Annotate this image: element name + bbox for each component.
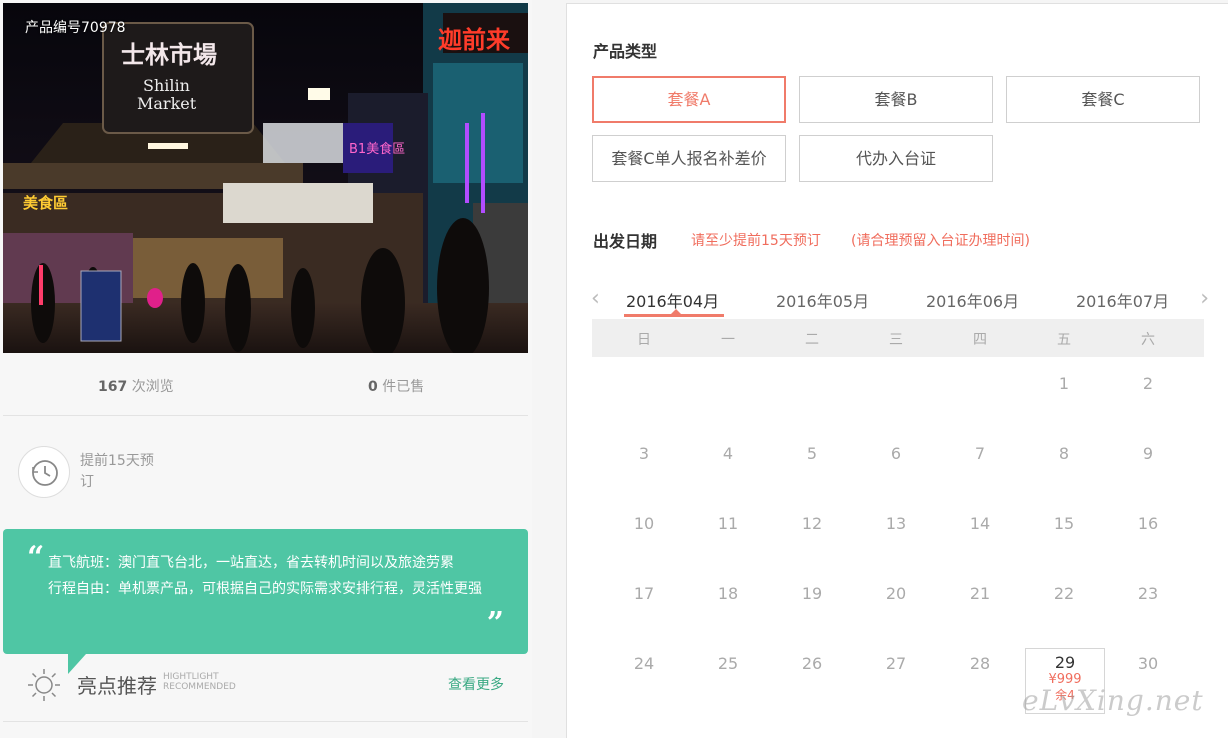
product-code: 产品编号70978	[25, 20, 126, 36]
advance-booking-note: 请至少提前15天预订	[691, 233, 821, 249]
hero-sign-cn: 士林市場	[121, 40, 217, 69]
next-month-chevron-icon[interactable]: ›	[1200, 286, 1209, 311]
calendar-day: 18	[717, 584, 739, 603]
sold-stat: 0 件已售	[368, 376, 424, 396]
quote-close-icon: ”	[486, 606, 504, 641]
calendar-day: 8	[1058, 444, 1070, 463]
calendar-day: 20	[885, 584, 907, 603]
advance-booking-text: 提前15天预订	[80, 453, 154, 490]
calendar-day: 25	[717, 654, 739, 673]
site-watermark: eLvXing.net	[1022, 684, 1204, 717]
weekday-sun: 日	[637, 332, 651, 348]
sun-icon	[28, 669, 60, 701]
highlight-title: 亮点推荐	[77, 674, 157, 698]
quote-line-2: 行程自由：单机票产品，可根据自己的实际需求安排行程，灵活性更强	[48, 581, 482, 597]
calendar-day: 16	[1137, 514, 1159, 533]
views-count: 167	[98, 379, 128, 395]
calendar-day: 2	[1142, 374, 1154, 393]
prev-month-chevron-icon[interactable]: ‹	[591, 286, 600, 311]
quote-open-icon: “	[27, 540, 45, 575]
day-number: 29	[1054, 653, 1076, 672]
calendar-day: 15	[1053, 514, 1075, 533]
calendar-day: 1	[1058, 374, 1070, 393]
hero-neon-1: B1美食區	[349, 141, 405, 157]
calendar-day: 28	[969, 654, 991, 673]
weekday-tue: 二	[805, 332, 819, 348]
calendar-day: 11	[717, 514, 739, 533]
calendar-day: 10	[633, 514, 655, 533]
active-month-caret	[671, 309, 681, 314]
views-label: 次浏览	[131, 379, 174, 395]
views-stat: 167 次浏览	[98, 376, 174, 396]
booking-panel: 产品类型 套餐A 套餐B 套餐C 套餐C单人报名补差价 代办入台证 出发日期 请…	[566, 3, 1228, 738]
product-stats: 167 次浏览 0 件已售	[3, 354, 528, 416]
feature-quote-box: “ 直飞航班：澳门直飞台北，一站直达，省去转机时间以及旅途劳累 行程自由：单机票…	[3, 529, 528, 654]
hero-neon-2: 美食區	[23, 194, 68, 212]
weekday-sat: 六	[1141, 332, 1155, 348]
month-tab-2016-05[interactable]: 2016年05月	[776, 288, 869, 312]
package-type-title: 产品类型	[593, 42, 658, 61]
calendar-day: 19	[801, 584, 823, 603]
package-c-button[interactable]: 套餐C	[1006, 76, 1200, 123]
calendar-day: 3	[638, 444, 650, 463]
highlight-en-line-1: HIGHTLIGHT	[163, 672, 219, 682]
package-c-single-supplement-button[interactable]: 套餐C单人报名补差价	[592, 135, 786, 182]
highlight-en-label: HIGHTLIGHT RECOMMENDED	[163, 672, 236, 692]
package-a-button[interactable]: 套餐A	[592, 76, 786, 123]
highlight-section-header: 亮点推荐 HIGHTLIGHT RECOMMENDED 查看更多	[3, 658, 528, 722]
sold-label: 件已售	[382, 379, 425, 395]
highlight-en-line-2: RECOMMENDED	[163, 682, 236, 692]
product-hero-image: 士林市場 Shilin Market 迦前来 B1美食區 美食區 产品编号709…	[3, 3, 528, 353]
hero-sign-en-2: Market	[137, 94, 197, 113]
month-tab-2016-07[interactable]: 2016年07月	[1076, 288, 1169, 312]
calendar-day: 23	[1137, 584, 1159, 603]
weekday-header: 日 一 二 三 四 五 六	[592, 319, 1204, 357]
calendar-day: 9	[1142, 444, 1154, 463]
quote-line-1: 直飞航班：澳门直飞台北，一站直达，省去转机时间以及旅途劳累	[48, 555, 454, 571]
quote-text: 直飞航班：澳门直飞台北，一站直达，省去转机时间以及旅途劳累 行程自由：单机票产品…	[48, 550, 498, 602]
calendar-day: 6	[890, 444, 902, 463]
calendar-day: 7	[974, 444, 986, 463]
calendar-day: 12	[801, 514, 823, 533]
weekday-mon: 一	[721, 332, 735, 348]
shilin-market-photo: 士林市場 Shilin Market 迦前来 B1美食區 美食區	[3, 3, 528, 353]
month-tab-2016-06[interactable]: 2016年06月	[926, 288, 1019, 312]
calendar-day: 26	[801, 654, 823, 673]
advance-booking-info: 提前15天预订	[18, 446, 318, 502]
calendar-day: 22	[1053, 584, 1075, 603]
taiwan-permit-service-button[interactable]: 代办入台证	[799, 135, 993, 182]
calendar-day: 24	[633, 654, 655, 673]
calendar-day: 17	[633, 584, 655, 603]
weekday-fri: 五	[1057, 332, 1071, 348]
departure-date-title: 出发日期	[593, 232, 658, 251]
calendar-day: 4	[722, 444, 734, 463]
sold-count: 0	[368, 379, 378, 395]
weekday-thu: 四	[973, 332, 987, 348]
calendar-day: 14	[969, 514, 991, 533]
calendar-day: 13	[885, 514, 907, 533]
calendar-day: 27	[885, 654, 907, 673]
weekday-wed: 三	[889, 332, 903, 348]
calendar-day: 21	[969, 584, 991, 603]
view-more-link[interactable]: 查看更多	[448, 674, 504, 694]
package-b-button[interactable]: 套餐B	[799, 76, 993, 123]
clock-icon	[18, 446, 70, 498]
active-month-underline	[624, 314, 724, 317]
hero-sign-en-1: Shilin	[143, 76, 190, 95]
left-column: 士林市場 Shilin Market 迦前来 B1美食區 美食區 产品编号709…	[0, 0, 532, 738]
calendar-day: 5	[806, 444, 818, 463]
hero-side-sign: 迦前来	[438, 26, 511, 54]
permit-time-note: (请合理预留入台证办理时间)	[851, 233, 1030, 249]
page: 士林市場 Shilin Market 迦前来 B1美食區 美食區 产品编号709…	[0, 0, 1228, 738]
month-navigation: ‹ 2016年04月 2016年05月 2016年06月 2016年07月 ›	[567, 280, 1228, 320]
